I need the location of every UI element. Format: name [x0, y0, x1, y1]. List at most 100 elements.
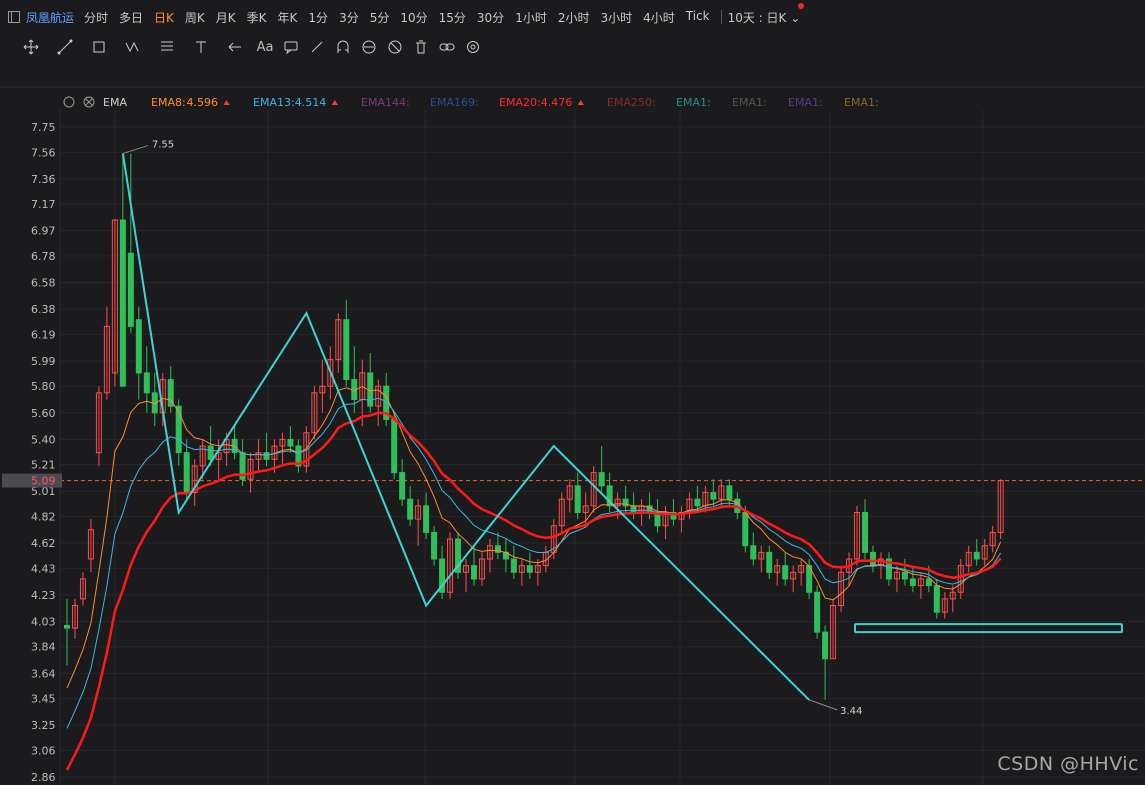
multi-chart-label: 10天 : 日K: [727, 10, 787, 25]
high-label: 7.55: [152, 140, 174, 151]
price-tick: 6.19: [31, 328, 56, 341]
candle-body: [64, 624, 70, 629]
multi-chart-selector[interactable]: 10天 : 日K ⌄: [727, 2, 805, 26]
period-tab[interactable]: 1小时: [515, 9, 547, 26]
price-tick: 3.84: [31, 641, 56, 654]
candle-body: [127, 252, 134, 327]
period-tab[interactable]: 3分: [339, 9, 359, 26]
candle-body: [909, 578, 916, 587]
link-icon[interactable]: [436, 36, 458, 58]
comment-icon[interactable]: [280, 36, 302, 58]
candle-body: [431, 531, 438, 560]
candle-body: [423, 505, 430, 533]
period-tab[interactable]: 10分: [400, 9, 427, 26]
rect-icon[interactable]: [84, 36, 114, 58]
period-tab[interactable]: 季K: [247, 9, 267, 26]
price-tick: 4.43: [31, 562, 56, 575]
price-tick: 2.86: [31, 771, 56, 784]
candle-body: [630, 505, 637, 513]
ema-legend-label: EMA144:: [361, 96, 410, 109]
ema-legend-label: EMA1:: [732, 96, 767, 109]
price-tick: 3.64: [31, 667, 56, 680]
candle-body: [742, 511, 749, 547]
wave-icon[interactable]: [118, 36, 148, 58]
panel-toggle-icon[interactable]: [8, 11, 20, 23]
price-tick: 5.21: [31, 459, 56, 472]
period-tab[interactable]: 2小时: [558, 9, 590, 26]
candle-body: [814, 591, 821, 633]
ema-legend-label: EMA8:: [151, 96, 186, 109]
ema-legend-label: EMA1:: [676, 96, 711, 109]
candle-body: [207, 445, 214, 460]
price-tick: 4.82: [31, 510, 56, 523]
candle-body: [766, 551, 773, 573]
low-label: 3.44: [840, 706, 862, 717]
price-line-icon[interactable]: [186, 36, 216, 58]
ema-legend-label: EMA250:: [607, 96, 656, 109]
candle-body: [925, 578, 932, 587]
price-tick: 4.23: [31, 589, 56, 602]
ray-icon[interactable]: [306, 36, 328, 58]
candle-body: [183, 452, 190, 494]
period-tab[interactable]: 日K: [154, 9, 174, 26]
move-icon[interactable]: [16, 36, 46, 58]
period-tab[interactable]: Tick: [686, 9, 710, 26]
candle-body: [526, 565, 533, 573]
price-tick: 7.75: [31, 121, 56, 134]
period-tab[interactable]: 多日: [119, 9, 143, 26]
candle-body: [143, 372, 150, 394]
arrow-icon[interactable]: [220, 36, 250, 58]
candle-body: [694, 498, 701, 507]
candle-body: [750, 545, 757, 560]
candle-body: [869, 551, 876, 567]
candle-body: [135, 319, 142, 374]
price-tick: 4.62: [31, 537, 56, 550]
ema-legend-value: 4.514: [295, 96, 327, 109]
candle-body: [119, 219, 126, 387]
hide-icon[interactable]: [384, 36, 406, 58]
period-tab[interactable]: 周K: [185, 9, 205, 26]
candle-body: [287, 438, 294, 447]
drawing-toolbar: Aa: [0, 34, 1145, 60]
price-tick: 6.78: [31, 250, 56, 263]
candle-body: [175, 405, 182, 454]
candle-body: [901, 571, 908, 580]
ema-legend-value: 4.596: [187, 96, 219, 109]
lock-icon[interactable]: [358, 36, 380, 58]
price-tick: 5.99: [31, 355, 56, 368]
candle-body: [822, 631, 829, 660]
price-tick: 3.25: [31, 719, 56, 732]
line-icon[interactable]: [50, 36, 80, 58]
magnet-icon[interactable]: [332, 36, 354, 58]
fib-icon[interactable]: [152, 36, 182, 58]
candle-body: [726, 485, 733, 500]
price-tick: 7.17: [31, 198, 56, 211]
period-tab[interactable]: 3小时: [600, 9, 632, 26]
price-tick: 5.80: [31, 380, 56, 393]
period-tab[interactable]: 分时: [84, 9, 108, 26]
period-tab[interactable]: 月K: [216, 9, 236, 26]
period-tab[interactable]: 15分: [439, 9, 466, 26]
stock-name[interactable]: 凤凰航运: [26, 9, 74, 26]
price-tick: 5.60: [31, 407, 56, 420]
candle-body: [973, 551, 980, 560]
kline-chart[interactable]: EMA EMA8: 4.596 EMA13: 4.514 EMA144: EMA169: EM…: [0, 60, 1145, 785]
divider: [720, 10, 722, 24]
period-tab[interactable]: 1分: [308, 9, 328, 26]
candle-body: [782, 565, 789, 580]
period-tab[interactable]: 4小时: [643, 9, 675, 26]
price-tick: 3.06: [31, 744, 56, 757]
candle-body: [391, 418, 398, 474]
candle-body: [598, 472, 605, 487]
chart-background: [0, 60, 1145, 785]
period-tab[interactable]: 年K: [278, 9, 298, 26]
price-tick: 4.03: [31, 615, 56, 628]
price-tick: 6.38: [31, 303, 56, 316]
candle-body: [407, 498, 414, 520]
settings-icon[interactable]: [462, 36, 484, 58]
period-tab[interactable]: 5分: [370, 9, 390, 26]
period-tab[interactable]: 30分: [477, 9, 504, 26]
text-icon[interactable]: Aa: [254, 36, 276, 58]
trash-icon[interactable]: [410, 36, 432, 58]
candle-body: [574, 485, 581, 513]
